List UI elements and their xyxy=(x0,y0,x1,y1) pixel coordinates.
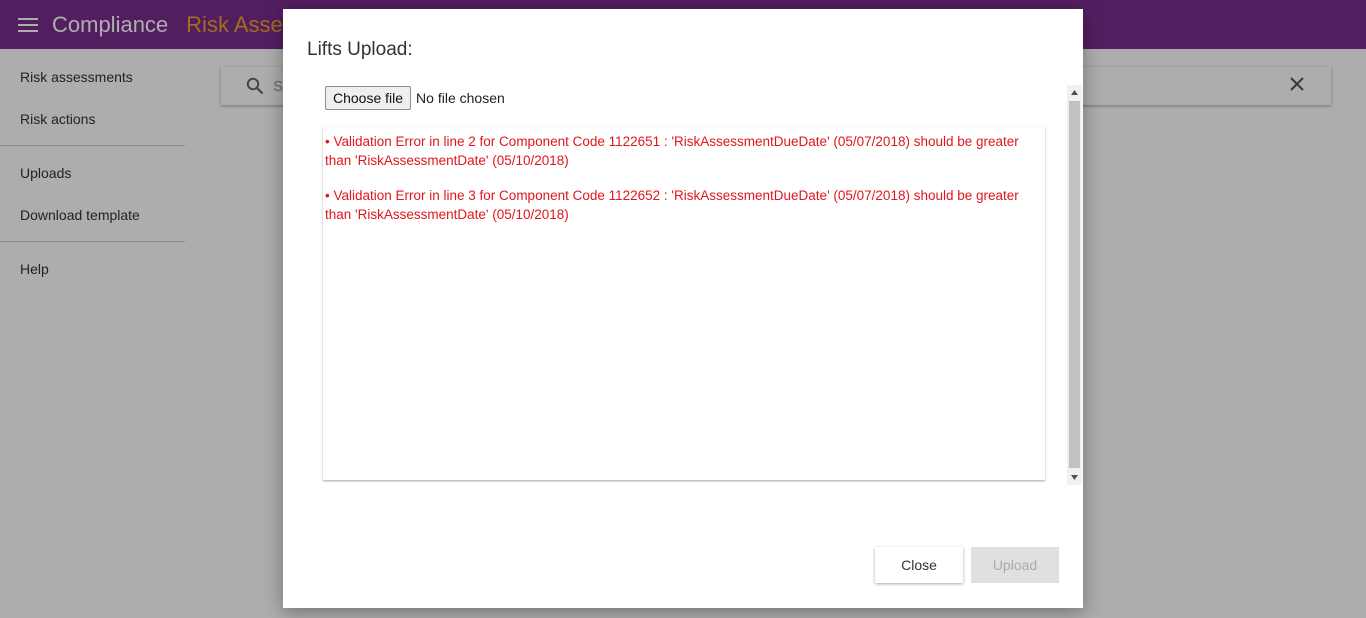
scrollbar-thumb[interactable] xyxy=(1069,101,1080,468)
validation-error-item: • Validation Error in line 2 for Compone… xyxy=(325,134,1019,168)
validation-error-item: • Validation Error in line 3 for Compone… xyxy=(325,188,1019,222)
scroll-up-arrow-icon[interactable] xyxy=(1067,85,1082,100)
file-status-text: No file chosen xyxy=(416,90,505,106)
lifts-upload-dialog: Lifts Upload: Choose file No file chosen… xyxy=(283,9,1083,608)
dialog-scrollbar[interactable] xyxy=(1067,85,1082,485)
app-root: Compliance Risk Assess Risk assessments … xyxy=(0,0,1366,618)
close-button[interactable]: Close xyxy=(875,547,963,583)
validation-errors-panel: • Validation Error in line 2 for Compone… xyxy=(323,127,1045,480)
dialog-title: Lifts Upload: xyxy=(307,39,413,60)
upload-button[interactable]: Upload xyxy=(971,547,1059,583)
file-input-row: Choose file No file chosen xyxy=(325,86,505,110)
dialog-actions: Close Upload xyxy=(875,547,1059,583)
dialog-content: Choose file No file chosen • Validation … xyxy=(323,85,1082,485)
choose-file-button[interactable]: Choose file xyxy=(325,86,412,110)
scroll-down-arrow-icon[interactable] xyxy=(1067,470,1082,485)
